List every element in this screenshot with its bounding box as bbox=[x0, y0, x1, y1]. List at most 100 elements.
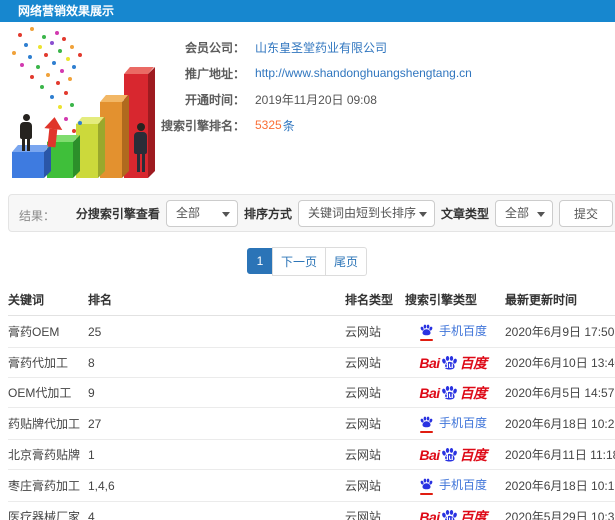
rank-link[interactable]: 1,4,6 bbox=[88, 469, 345, 502]
sort-filter-select[interactable]: 关键词由短到长排序 bbox=[297, 200, 435, 227]
member-company-label: 会员公司： bbox=[184, 40, 245, 55]
baidu-paw-icon: du bbox=[440, 508, 459, 520]
rank-link[interactable]: 25 bbox=[88, 315, 345, 348]
rank-link[interactable]: 27 bbox=[88, 407, 345, 440]
article-type-select[interactable]: 全部 bbox=[494, 200, 553, 227]
rank-type-cell: 云网站 bbox=[345, 469, 405, 502]
keyword-cell: 膏药代加工 bbox=[8, 347, 88, 378]
chart-bar-blue bbox=[12, 145, 51, 178]
col-header-rank: 排名 bbox=[88, 286, 345, 316]
rank-type-cell: 云网站 bbox=[345, 315, 405, 348]
keyword-rank-table: 关键词 排名 排名类型 搜索引擎类型 最新更新时间 膏药OEM 25 云网站 手… bbox=[8, 286, 615, 520]
updated-cell: 2020年6月18日 10:19 bbox=[505, 469, 615, 502]
updated-cell: 2020年6月5日 14:57 bbox=[505, 377, 615, 408]
article-type-label: 文章类型 bbox=[440, 207, 489, 221]
sort-filter-label: 排序方式 bbox=[243, 207, 292, 221]
member-company-link[interactable]: 山东皇圣堂药业有限公司 bbox=[255, 39, 387, 56]
info-section: 会员公司： 山东皇圣堂药业有限公司 推广地址： http://www.shand… bbox=[0, 22, 615, 192]
rank-type-cell: 云网站 bbox=[345, 501, 405, 520]
page-header: 网络营销效果展示 bbox=[0, 0, 615, 22]
baidu-logo-cn: 百度 bbox=[459, 354, 488, 371]
baidu-logo-cn: 百度 bbox=[459, 508, 488, 520]
mobile-baidu-badge: 手机百度 bbox=[419, 414, 487, 433]
filter-bar: 结果： 分搜索引擎查看 全部 排序方式 关键词由短到长排序 文章类型 全部 提交 bbox=[8, 194, 615, 232]
engine-rank-row: 搜索引擎排名： 5325 条 bbox=[130, 112, 612, 138]
engine-badge: 手机百度 Bai du 百度 bbox=[419, 508, 488, 520]
baidu-logo-bai: Bai bbox=[419, 508, 440, 520]
submit-button[interactable]: 提交 bbox=[558, 200, 613, 227]
mobile-baidu-label: 手机百度 bbox=[438, 478, 487, 492]
rank-link[interactable]: 8 bbox=[88, 347, 345, 378]
baidu-paw-icon bbox=[419, 323, 434, 341]
promo-url-link[interactable]: http://www.shandonghuangshengtang.cn bbox=[255, 66, 472, 80]
company-info: 会员公司： 山东皇圣堂药业有限公司 推广地址： http://www.shand… bbox=[130, 34, 612, 138]
rank-link[interactable]: 1 bbox=[88, 439, 345, 470]
engine-badge: 手机百度 Bai du 百度 bbox=[419, 384, 487, 403]
baidu-paw-icon: du bbox=[440, 384, 459, 403]
baidu-logo: Bai du 百度 bbox=[419, 384, 487, 403]
mobile-baidu-badge: 手机百度 bbox=[419, 322, 487, 341]
page-title: 网络营销效果展示 bbox=[18, 4, 115, 18]
rank-type-cell: 云网站 bbox=[345, 407, 405, 440]
updated-cell: 2020年6月10日 13:40 bbox=[505, 347, 615, 378]
engine-type-cell: 手机百度 Bai du 百度 bbox=[405, 439, 505, 470]
businessman-left bbox=[20, 114, 32, 151]
baidu-logo-cn: 百度 bbox=[459, 446, 488, 463]
engine-type-cell: 手机百度 Bai du 百度 bbox=[405, 407, 505, 440]
pagination: 1 下一页 尾页 bbox=[0, 246, 615, 276]
updated-cell: 2020年5月29日 10:32 bbox=[505, 501, 615, 520]
table-row: 医疗器械厂家 4 云网站 手机百度 Bai du 百度 2020年5月29日 1… bbox=[8, 501, 615, 520]
baidu-paw-icon: du bbox=[440, 446, 459, 465]
open-time-value: 2019年11月20日 09:08 bbox=[255, 92, 377, 107]
engine-badge: 手机百度 Bai du 百度 bbox=[419, 414, 487, 433]
baidu-logo: Bai du 百度 bbox=[419, 354, 488, 371]
col-header-rank-type: 排名类型 bbox=[345, 286, 405, 316]
baidu-paw-icon bbox=[419, 477, 434, 495]
table-header-row: 关键词 排名 排名类型 搜索引擎类型 最新更新时间 bbox=[8, 286, 615, 316]
engine-badge: 手机百度 Bai du 百度 bbox=[419, 476, 487, 495]
engine-rank-unit[interactable]: 条 bbox=[283, 117, 295, 134]
col-header-engine-type: 搜索引擎类型 bbox=[405, 286, 505, 316]
table-row: OEM代加工 9 云网站 手机百度 Bai du 百度 2020年6月5日 14… bbox=[8, 377, 615, 408]
engine-filter-select[interactable]: 全部 bbox=[165, 200, 238, 227]
col-header-keyword: 关键词 bbox=[8, 286, 88, 316]
baidu-logo-bai: Bai bbox=[419, 354, 440, 371]
rank-link[interactable]: 9 bbox=[88, 377, 345, 408]
keyword-cell: 北京膏药贴牌 bbox=[8, 439, 88, 470]
engine-type-cell: 手机百度 Bai du 百度 bbox=[405, 347, 505, 378]
baidu-paw-icon bbox=[419, 415, 434, 433]
rank-type-cell: 云网站 bbox=[345, 347, 405, 378]
article-type-selected: 全部 bbox=[504, 206, 529, 220]
pagination-next[interactable]: 下一页 bbox=[271, 246, 326, 276]
sort-filter-selected: 关键词由短到长排序 bbox=[307, 206, 416, 220]
updated-cell: 2020年6月11日 11:18 bbox=[505, 439, 615, 470]
filter-controls: 分搜索引擎查看 全部 排序方式 关键词由短到长排序 文章类型 全部 提交 bbox=[76, 200, 613, 227]
table-row: 膏药OEM 25 云网站 手机百度 Bai du 百度 2020年6月9日 17… bbox=[8, 315, 615, 348]
engine-type-cell: 手机百度 Bai du 百度 bbox=[405, 469, 505, 502]
baidu-logo-du: du bbox=[443, 515, 454, 520]
mobile-baidu-label: 手机百度 bbox=[438, 324, 487, 338]
businessman-right bbox=[134, 123, 147, 172]
promo-url-row: 推广地址： http://www.shandonghuangshengtang.… bbox=[130, 60, 612, 86]
keyword-cell: 膏药OEM bbox=[8, 315, 88, 348]
rank-type-cell: 云网站 bbox=[345, 377, 405, 408]
col-header-updated: 最新更新时间 bbox=[505, 286, 615, 316]
up-arrow-icon bbox=[42, 116, 64, 148]
engine-type-cell: 手机百度 Bai du 百度 bbox=[405, 501, 505, 520]
baidu-logo-du: du bbox=[443, 453, 454, 462]
baidu-logo-bai: Bai bbox=[419, 446, 440, 463]
engine-badge: 手机百度 Bai du 百度 bbox=[419, 322, 487, 341]
pagination-current[interactable]: 1 bbox=[246, 248, 273, 274]
baidu-logo-du: du bbox=[443, 361, 454, 370]
mobile-baidu-badge: 手机百度 bbox=[419, 476, 487, 495]
engine-type-cell: 手机百度 Bai du 百度 bbox=[405, 315, 505, 348]
engine-rank-count: 5325 bbox=[255, 118, 282, 132]
updated-cell: 2020年6月18日 10:25 bbox=[505, 407, 615, 440]
engine-filter-label: 分搜索引擎查看 bbox=[75, 207, 160, 221]
keyword-cell: 枣庄膏药加工 bbox=[8, 469, 88, 502]
engine-type-cell: 手机百度 Bai du 百度 bbox=[405, 377, 505, 408]
pagination-last[interactable]: 尾页 bbox=[325, 246, 368, 276]
rank-link[interactable]: 4 bbox=[88, 501, 345, 520]
baidu-logo: Bai du 百度 bbox=[419, 508, 488, 520]
baidu-logo-du: du bbox=[443, 391, 454, 400]
